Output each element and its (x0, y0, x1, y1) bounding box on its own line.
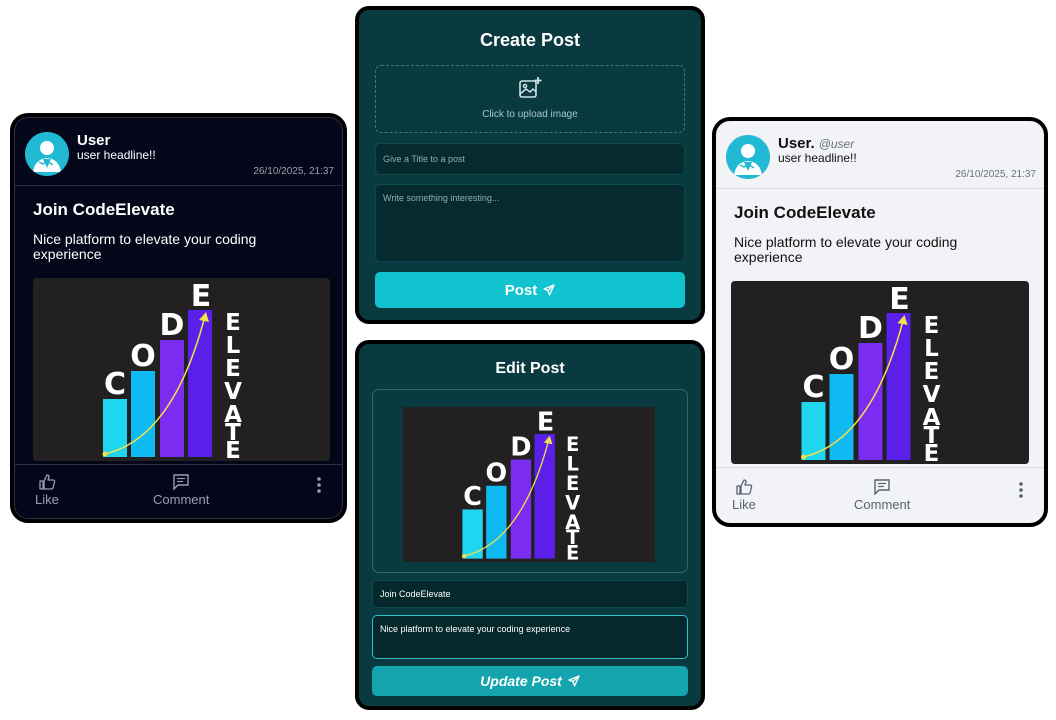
post-title: Join CodeElevate (734, 203, 876, 222)
more-options-button[interactable] (1018, 481, 1024, 502)
comment-label: Comment (153, 492, 210, 507)
header-divider (15, 185, 342, 186)
edit-image-preview (403, 407, 655, 562)
thumbs-up-icon (38, 474, 56, 490)
update-post-label: Update Post (480, 673, 562, 689)
user-name[interactable]: User (77, 132, 110, 149)
update-post-button[interactable]: Update Post (372, 666, 688, 696)
post-timestamp: 26/10/2025, 21:37 (253, 166, 334, 177)
create-post-heading: Create Post (479, 30, 581, 50)
post-header: User. @user user headline!! 26/10/2025, 2… (726, 135, 1036, 185)
thumbs-up-icon (735, 479, 753, 495)
edit-post-panel: Edit Post Join CodeElevate Nice platform… (355, 340, 705, 710)
post-actions: Like Comment (716, 467, 1044, 523)
post-submit-label: Post (504, 281, 538, 299)
image-plus-icon (519, 77, 542, 98)
post-card-inner: User. @user user headline!! 26/10/2025, 2… (716, 121, 1044, 523)
avatar-icon[interactable] (726, 135, 770, 179)
post-submit-button[interactable]: Post (375, 272, 685, 308)
edit-post-heading: Edit Post (495, 360, 565, 377)
user-name[interactable]: User. @user (778, 135, 854, 152)
avatar-icon[interactable] (25, 132, 69, 176)
edit-body-textarea[interactable]: Nice platform to elevate your coding exp… (372, 615, 688, 659)
post-body-textarea[interactable] (375, 184, 685, 262)
post-card-dark: User user headline!! 26/10/2025, 21:37 J… (10, 113, 347, 523)
post-body: Nice platform to elevate your coding exp… (734, 234, 958, 265)
comment-label: Comment (854, 497, 911, 512)
edit-image-container[interactable] (372, 389, 688, 573)
user-handle: @user (818, 137, 855, 151)
user-headline: user headline!! (77, 148, 156, 162)
post-actions: Like Comment (15, 462, 342, 518)
post-header: User user headline!! 26/10/2025, 21:37 (25, 132, 334, 182)
upload-label: Click to upload image (482, 109, 578, 120)
user-display-name: User. (778, 135, 815, 152)
image-upload-dropzone[interactable]: Click to upload image (375, 65, 685, 133)
comment-icon (172, 474, 190, 490)
post-card-light: User. @user user headline!! 26/10/2025, 2… (712, 117, 1048, 527)
post-body: Nice platform to elevate your coding exp… (33, 231, 257, 262)
post-title-input[interactable] (375, 143, 685, 175)
user-headline: user headline!! (778, 151, 857, 165)
create-post-panel: Create Post Click to upload image Post (355, 6, 705, 324)
post-title: Join CodeElevate (33, 200, 175, 219)
more-vertical-icon (1018, 481, 1024, 499)
comment-button[interactable]: Comment (854, 479, 910, 512)
like-button[interactable]: Like (35, 474, 59, 507)
more-vertical-icon (316, 476, 322, 494)
like-label: Like (35, 492, 59, 507)
comment-icon (873, 479, 891, 495)
header-divider (716, 188, 1044, 189)
like-label: Like (732, 497, 756, 512)
comment-button[interactable]: Comment (153, 474, 209, 507)
edit-title-input[interactable]: Join CodeElevate (372, 580, 688, 608)
post-timestamp: 26/10/2025, 21:37 (955, 169, 1036, 180)
send-icon (568, 675, 580, 687)
like-button[interactable]: Like (732, 479, 756, 512)
post-image[interactable] (731, 281, 1029, 464)
post-card-inner: User user headline!! 26/10/2025, 21:37 J… (14, 117, 343, 519)
more-options-button[interactable] (316, 476, 322, 497)
post-image[interactable] (33, 278, 330, 461)
send-icon (543, 284, 555, 296)
